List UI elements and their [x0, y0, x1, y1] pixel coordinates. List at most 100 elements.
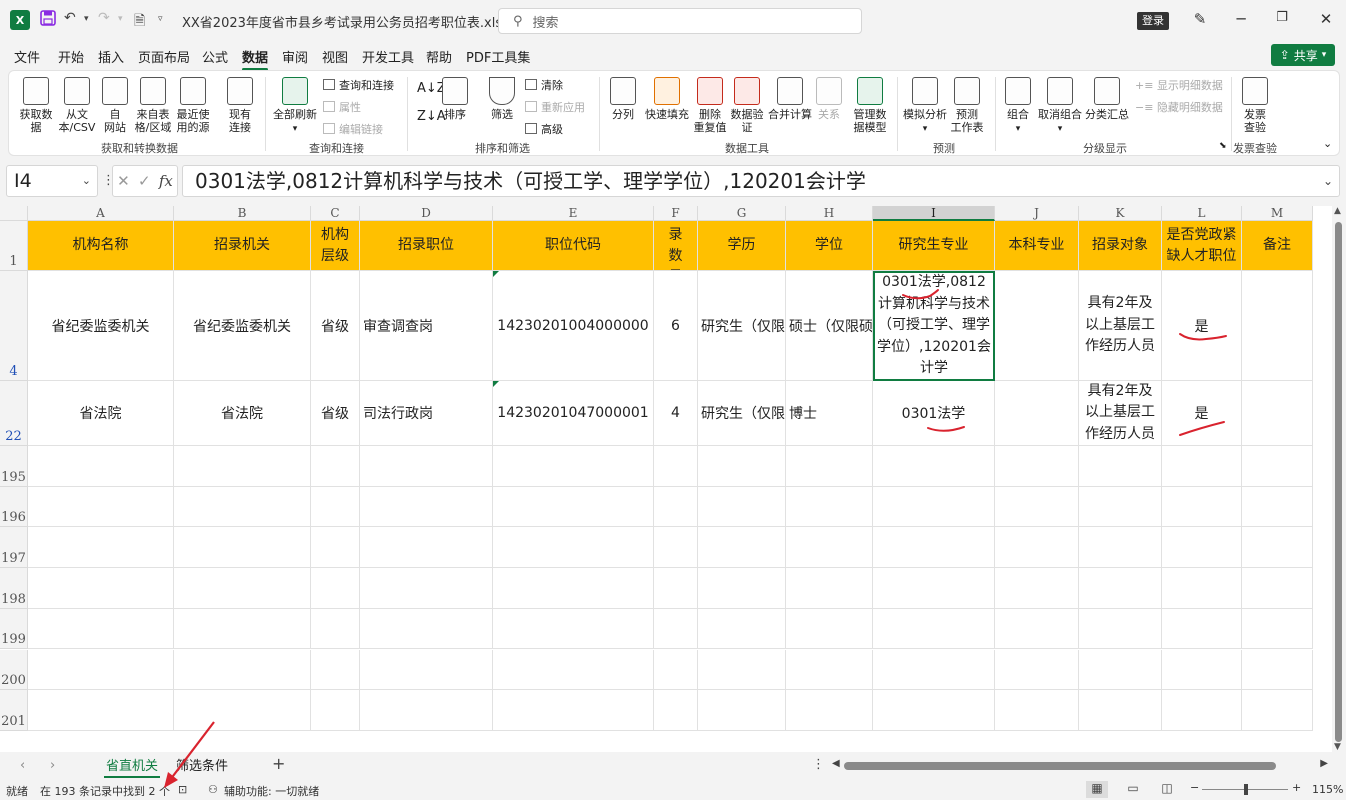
empty-cell[interactable] [493, 527, 654, 569]
menu-page-layout[interactable]: 页面布局 [138, 47, 190, 66]
next-sheet-icon[interactable]: › [50, 758, 55, 773]
zoom-level[interactable]: 115% [1312, 783, 1343, 796]
empty-cell[interactable] [995, 608, 1079, 650]
header-cell-col-b[interactable]: 招录机关 [174, 221, 311, 271]
page-break-view-icon[interactable]: ◫ [1156, 781, 1178, 798]
empty-cell[interactable] [1242, 649, 1313, 691]
empty-cell[interactable] [1242, 568, 1313, 609]
empty-cell[interactable] [1242, 608, 1313, 650]
existing-connections-button[interactable]: 现有 连接 [221, 77, 259, 134]
zoom-out-icon[interactable]: − [1190, 781, 1199, 794]
empty-cell[interactable] [493, 690, 654, 731]
empty-cell[interactable] [786, 649, 873, 691]
data-cell-col-g[interactable]: 研究生（仅限 [698, 381, 786, 446]
empty-cell[interactable] [493, 486, 654, 528]
menu-pdf-tools[interactable]: PDF工具集 [466, 47, 530, 66]
empty-cell[interactable] [1242, 486, 1313, 528]
data-cell-col-f[interactable]: 4 [654, 381, 698, 446]
empty-cell[interactable] [311, 527, 360, 569]
zoom-slider-knob[interactable] [1244, 784, 1248, 795]
data-cell-col-c[interactable]: 省级 [311, 381, 360, 446]
macro-recording-icon[interactable]: ⊡ [178, 783, 187, 796]
from-text-csv-button[interactable]: 从文 本/CSV [57, 77, 97, 134]
empty-cell[interactable] [654, 527, 698, 569]
header-cell-col-i[interactable]: 研究生专业 [873, 221, 995, 271]
empty-cell[interactable] [28, 608, 174, 650]
name-box[interactable]: I4 ⌄ [6, 165, 98, 197]
save-icon[interactable] [40, 10, 56, 30]
column-header-d[interactable]: D [360, 206, 493, 221]
empty-cell[interactable] [698, 608, 786, 650]
what-if-analysis-button[interactable]: 模拟分析 ▾ [901, 77, 949, 136]
empty-cell[interactable] [360, 568, 493, 609]
data-cell-col-c[interactable]: 省级 [311, 271, 360, 381]
data-cell-col-m[interactable] [1242, 271, 1313, 381]
empty-cell[interactable] [873, 568, 995, 609]
menu-review[interactable]: 审阅 [282, 47, 308, 66]
from-table-button[interactable]: 来自表 格/区域 [133, 77, 173, 134]
data-cell-col-e[interactable]: 14230201047000001 [493, 381, 654, 446]
row-header[interactable]: 198 [0, 568, 28, 609]
empty-cell[interactable] [1162, 446, 1242, 487]
show-detail-button[interactable]: +≡ 显示明细数据 [1135, 77, 1223, 93]
column-header-j[interactable]: J [995, 206, 1079, 221]
empty-cell[interactable] [698, 486, 786, 528]
formula-input[interactable]: 0301法学,0812计算机科学与技术（可授工学、理学学位）,120201会计学… [182, 165, 1340, 197]
redo-icon[interactable]: ↷ [98, 10, 110, 26]
data-cell-col-l[interactable]: 是 [1162, 381, 1242, 446]
empty-cell[interactable] [174, 649, 311, 691]
empty-cell[interactable] [1162, 568, 1242, 609]
insert-function-icon[interactable]: fx [159, 172, 173, 190]
empty-cell[interactable] [1079, 446, 1162, 487]
accessibility-icon[interactable]: ⚇ [208, 783, 218, 796]
login-button[interactable]: 登录 [1137, 12, 1169, 30]
sort-button[interactable]: 排序 [441, 77, 469, 121]
empty-cell[interactable] [698, 446, 786, 487]
forecast-sheet-button[interactable]: 预测 工作表 [949, 77, 985, 134]
add-sheet-icon[interactable]: + [272, 754, 285, 773]
empty-cell[interactable] [698, 527, 786, 569]
empty-cell[interactable] [995, 486, 1079, 528]
get-data-button[interactable]: 获取数 据 [15, 77, 57, 134]
column-header-l[interactable]: L [1162, 206, 1242, 221]
empty-cell[interactable] [786, 446, 873, 487]
column-header-g[interactable]: G [698, 206, 786, 221]
column-header-e[interactable]: E [493, 206, 654, 221]
empty-cell[interactable] [1162, 649, 1242, 691]
row-header[interactable]: 197 [0, 527, 28, 569]
empty-cell[interactable] [1079, 486, 1162, 528]
remove-duplicates-button[interactable]: 删除 重复值 [691, 77, 729, 134]
data-cell-col-f[interactable]: 6 [654, 271, 698, 381]
empty-cell[interactable] [28, 486, 174, 528]
search-box[interactable]: ⚲ 搜索 [498, 8, 862, 34]
empty-cell[interactable] [1162, 608, 1242, 650]
column-header-c[interactable]: C [311, 206, 360, 221]
data-cell-col-g[interactable]: 研究生（仅限 [698, 271, 786, 381]
row-header[interactable]: 201 [0, 690, 28, 731]
recent-sources-button[interactable]: 最近使 用的源 [173, 77, 213, 134]
group-button[interactable]: 组合 ▾ [1003, 77, 1033, 136]
clear-filter-button[interactable]: 清除 [525, 77, 563, 93]
row-header[interactable]: 22 [0, 381, 28, 446]
empty-cell[interactable] [1242, 690, 1313, 731]
horizontal-scrollbar[interactable]: ◀ ▶ [832, 758, 1328, 771]
empty-cell[interactable] [786, 486, 873, 528]
empty-cell[interactable] [360, 690, 493, 731]
menu-data[interactable]: 数据 [242, 47, 269, 71]
empty-cell[interactable] [1079, 527, 1162, 569]
vertical-scrollbar[interactable]: ▲ ▼ [1332, 206, 1346, 752]
empty-cell[interactable] [1162, 527, 1242, 569]
column-header-f[interactable]: F [654, 206, 698, 221]
empty-cell[interactable] [174, 527, 311, 569]
empty-cell[interactable] [786, 690, 873, 731]
header-cell-col-e[interactable]: 职位代码 [493, 221, 654, 271]
empty-cell[interactable] [311, 486, 360, 528]
prev-sheet-icon[interactable]: ‹ [20, 758, 25, 773]
scroll-down-icon[interactable]: ▼ [1334, 742, 1341, 752]
normal-view-icon[interactable]: ▦ [1086, 781, 1108, 798]
empty-cell[interactable] [1162, 486, 1242, 528]
consolidate-button[interactable]: 合并计算 [767, 77, 813, 121]
empty-cell[interactable] [28, 568, 174, 609]
column-header-k[interactable]: K [1079, 206, 1162, 221]
data-validation-button[interactable]: 数据验 证 [729, 77, 765, 134]
